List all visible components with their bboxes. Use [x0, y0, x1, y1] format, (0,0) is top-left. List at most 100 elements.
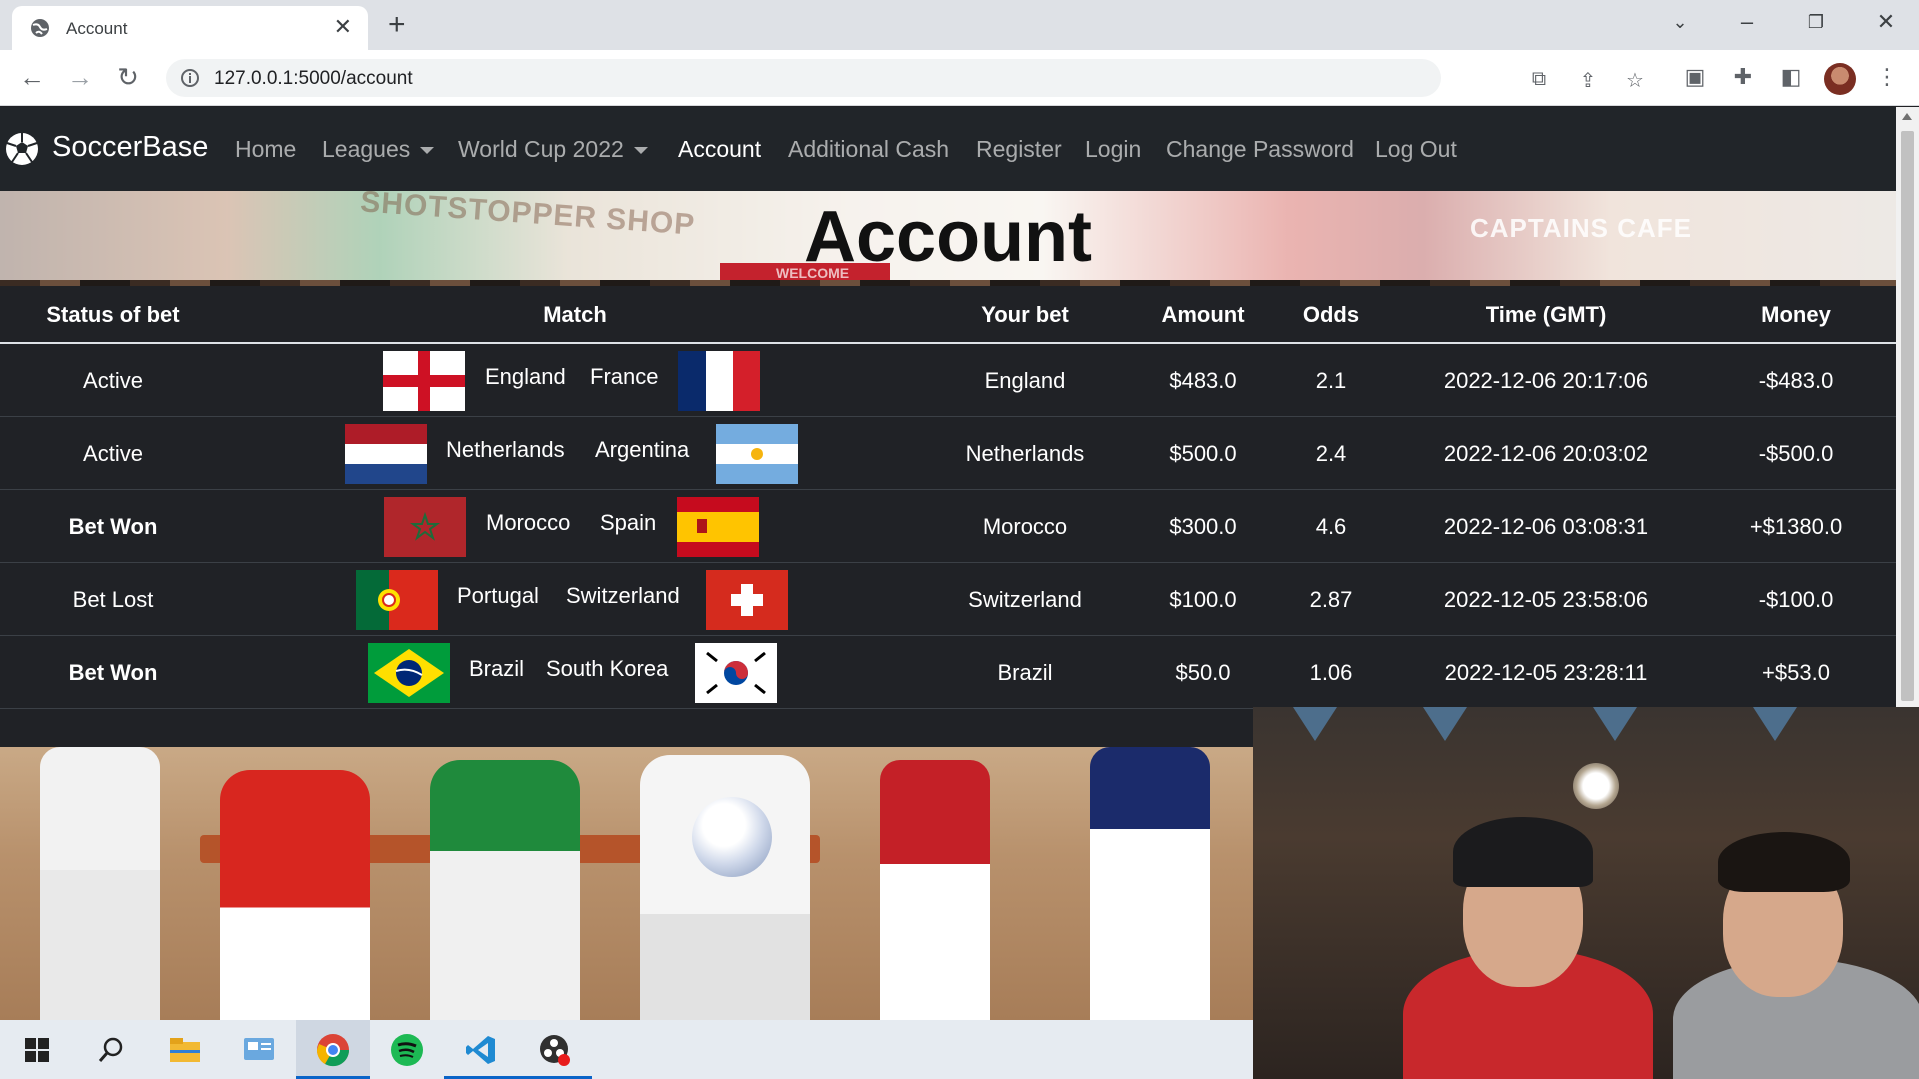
pennant: [1293, 707, 1337, 741]
nav-leagues-dropdown[interactable]: Leagues: [322, 136, 435, 163]
pennant: [1753, 707, 1797, 741]
close-tab-icon[interactable]: ✕: [334, 15, 352, 39]
player-figure: [880, 760, 990, 1020]
bet-status: Active: [83, 441, 143, 466]
pennant: [1423, 707, 1467, 741]
site-info-icon[interactable]: [180, 68, 200, 88]
header-money: Money: [1761, 302, 1831, 327]
back-icon[interactable]: ←: [16, 62, 48, 94]
your-bet: England: [984, 368, 1066, 393]
spotify-icon[interactable]: [370, 1020, 444, 1079]
browser-tab[interactable]: Account ✕: [12, 6, 368, 50]
ceiling-light: [1573, 763, 1619, 809]
your-bet: Switzerland: [968, 587, 1082, 612]
nav-world-cup-dropdown[interactable]: World Cup 2022: [458, 136, 648, 163]
side-panel-icon[interactable]: ◧: [1776, 64, 1806, 90]
address-bar[interactable]: 127.0.0.1:5000/account ⧉ ⇪ ☆: [166, 59, 1644, 97]
soccer-ball-icon[interactable]: [4, 131, 40, 167]
translate-icon[interactable]: ⧉: [1526, 68, 1552, 91]
control-panel-icon[interactable]: [222, 1020, 296, 1079]
minimize-icon[interactable]: –: [1727, 6, 1767, 38]
browser-toolbar: ← → ↻ 127.0.0.1:5000/account ⧉ ⇪ ☆ ▣ ✚ ◧…: [0, 50, 1919, 106]
menu-kebab-icon[interactable]: ⋮: [1872, 64, 1902, 90]
globe-icon: [31, 19, 49, 37]
bet-money: +$1380.0: [1749, 514, 1843, 539]
soccer-ball-illustration: [692, 797, 772, 877]
share-icon[interactable]: ⇪: [1575, 68, 1601, 93]
flag-france-icon: [678, 351, 760, 411]
bet-time: 2022-12-06 20:03:02: [1443, 441, 1649, 466]
nav-register[interactable]: Register: [976, 136, 1062, 163]
bet-odds: 2.87: [1309, 587, 1353, 612]
obs-icon[interactable]: [518, 1020, 592, 1079]
chrome-icon[interactable]: [296, 1020, 370, 1079]
tab-search-chevron-icon[interactable]: ⌄: [1660, 6, 1700, 38]
window-close-icon[interactable]: ✕: [1866, 6, 1906, 38]
profile-avatar[interactable]: [1824, 63, 1856, 95]
scrollbar-thumb[interactable]: [1901, 131, 1914, 701]
player-figure: [1090, 747, 1210, 1020]
reload-icon[interactable]: ↻: [112, 62, 144, 94]
nav-change-password[interactable]: Change Password: [1166, 136, 1354, 163]
nav-log-out[interactable]: Log Out: [1375, 136, 1457, 163]
vscode-icon[interactable]: [444, 1020, 518, 1079]
tab-title: Account: [66, 19, 128, 38]
player-figure: [220, 770, 370, 1020]
windows-start-icon[interactable]: [0, 1020, 74, 1079]
nav-login[interactable]: Login: [1085, 136, 1141, 163]
header-match: Match: [543, 302, 607, 327]
flag-argentina-icon: [716, 424, 798, 484]
away-team-name: Argentina: [595, 437, 690, 462]
scroll-up-icon[interactable]: [1902, 113, 1912, 120]
away-team-name: South Korea: [546, 656, 669, 681]
bet-amount: $300.0: [1169, 514, 1237, 539]
home-team-name: England: [485, 364, 566, 389]
restore-icon[interactable]: ❐: [1796, 6, 1836, 38]
search-icon[interactable]: [74, 1020, 148, 1079]
player-figure: [40, 747, 160, 1020]
home-team-name: Netherlands: [446, 437, 565, 462]
home-team-name: Portugal: [457, 583, 539, 608]
away-team-name: Switzerland: [566, 583, 680, 608]
bookmark-star-icon[interactable]: ☆: [1622, 68, 1648, 93]
flag-south-korea-icon: [695, 643, 777, 703]
new-tab-icon[interactable]: +: [388, 8, 406, 42]
your-bet: Morocco: [982, 514, 1068, 539]
person-right-hair: [1718, 832, 1850, 892]
bet-status: Active: [83, 368, 143, 393]
bet-money: -$500.0: [1758, 441, 1834, 466]
header-odds: Odds: [1302, 302, 1360, 327]
webcam-overlay: [1253, 707, 1919, 1079]
table-row: Active Netherlands Argentina Netherlands $50…: [0, 417, 1896, 490]
table-header: Status of bet Match Your bet Amount Odds…: [0, 286, 1896, 344]
bet-time: 2022-12-06 03:08:31: [1443, 514, 1649, 539]
bet-status: Bet Won: [68, 660, 158, 685]
bet-odds: 2.4: [1315, 441, 1347, 466]
url-text: 127.0.0.1:5000/account: [214, 68, 413, 89]
forward-icon[interactable]: →: [64, 62, 96, 94]
file-explorer-icon[interactable]: [148, 1020, 222, 1079]
bet-odds: 1.06: [1309, 660, 1353, 685]
nav-additional-cash[interactable]: Additional Cash: [788, 136, 949, 163]
caret-down-icon: [633, 147, 648, 155]
flag-spain-icon: [677, 497, 759, 557]
nav-home[interactable]: Home: [235, 136, 296, 163]
flag-portugal-icon: [356, 570, 438, 630]
flag-brazil-icon: [368, 643, 450, 703]
brand-name[interactable]: SoccerBase: [52, 131, 208, 164]
table-row: Active England France England $483.0 2.1 2022-…: [0, 344, 1896, 417]
pennant: [1593, 707, 1637, 741]
site-navbar: SoccerBase Home Leagues World Cup 2022 A…: [0, 107, 1896, 191]
browser-tab-strip: Account ✕ + ⌄ – ❐ ✕: [0, 0, 1919, 50]
page-title: Account: [804, 197, 1092, 277]
your-bet: Brazil: [997, 660, 1053, 685]
nav-account[interactable]: Account: [678, 136, 761, 163]
bet-status: Bet Lost: [72, 587, 154, 612]
extensions-puzzle-icon[interactable]: ✚: [1728, 64, 1758, 90]
bet-time: 2022-12-06 20:17:06: [1443, 368, 1649, 393]
header-your-bet: Your bet: [981, 302, 1069, 327]
bet-amount: $100.0: [1169, 587, 1237, 612]
bet-odds: 2.1: [1315, 368, 1347, 393]
windows-taskbar: [0, 1020, 1253, 1079]
extension-icon[interactable]: ▣: [1680, 64, 1710, 90]
